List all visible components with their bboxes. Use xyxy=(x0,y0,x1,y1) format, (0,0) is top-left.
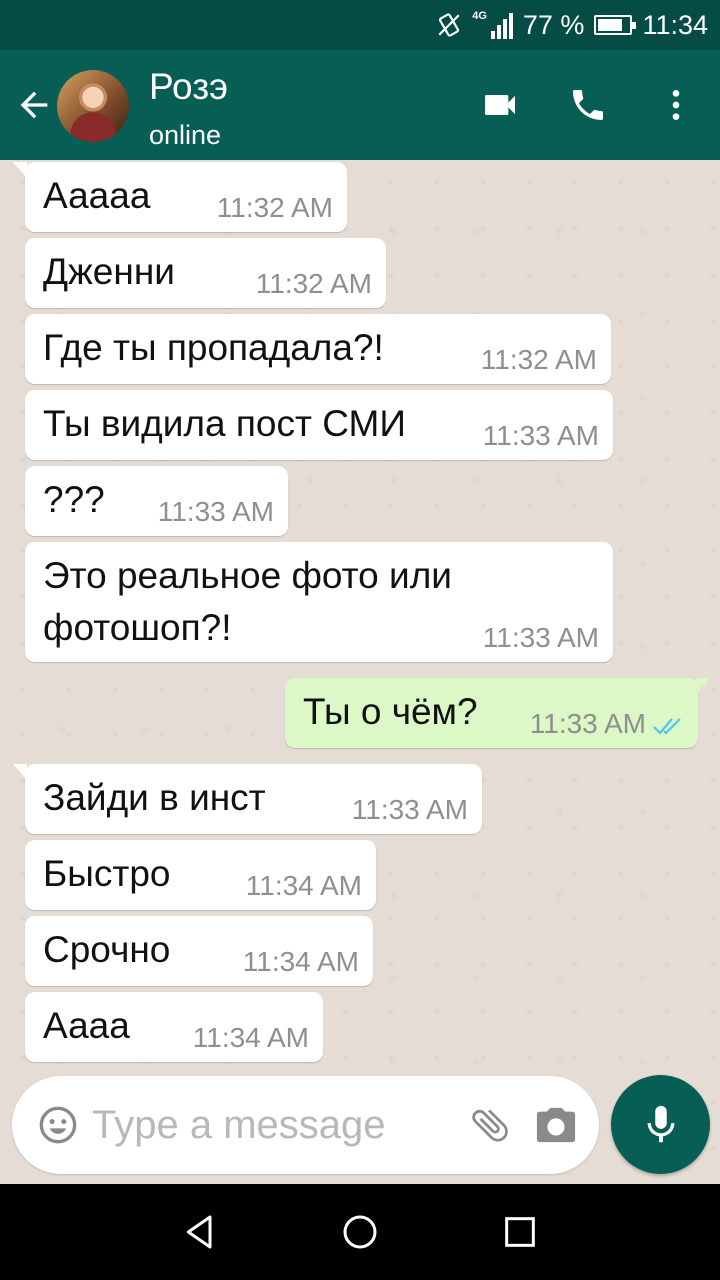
message-bubble[interactable]: Где ты пропадала?! 11:32 AM xyxy=(25,314,611,384)
status-time: 11:34 xyxy=(642,9,708,40)
message-bubble-outgoing[interactable]: Ты о чём? 11:33 AM xyxy=(285,678,710,748)
message-text: Ты видила пост СМИ xyxy=(43,403,406,444)
nav-recents-icon[interactable] xyxy=(500,1212,540,1252)
voice-record-button[interactable] xyxy=(611,1075,710,1174)
message-time: 11:33 AM xyxy=(351,794,468,825)
microphone-icon xyxy=(647,1105,674,1142)
message-bubble[interactable]: Зайди в инст 11:33 AM xyxy=(13,764,482,834)
message-text: Дженни xyxy=(43,251,175,292)
message-time: 11:32 AM xyxy=(255,268,372,299)
message-text: Зайди в инст xyxy=(43,777,266,818)
nav-home-icon[interactable] xyxy=(340,1212,380,1252)
message-bubble[interactable]: Это реальное фото или фотошоп?! 11:33 AM xyxy=(25,542,613,662)
battery-level xyxy=(598,19,622,31)
chat-area[interactable]: Ааааа 11:32 AM Дженни 11:32 AM Где ты пр… xyxy=(0,160,720,1184)
message-bubble[interactable]: Аааа 11:34 AM xyxy=(25,992,323,1062)
message-text: Где ты пропадала?! xyxy=(43,327,384,368)
message-time: 11:34 AM xyxy=(245,870,362,901)
battery-icon xyxy=(594,15,637,35)
message-bubble[interactable]: Ааааа 11:32 AM xyxy=(13,162,347,232)
message-time: 11:32 AM xyxy=(216,192,333,223)
video-call-icon[interactable] xyxy=(478,83,522,127)
contact-status: online xyxy=(149,120,222,150)
attachment-icon[interactable] xyxy=(468,1103,512,1147)
message-time: 11:32 AM xyxy=(480,344,597,375)
phone-call-icon[interactable] xyxy=(566,83,610,127)
message-text: Ааааа xyxy=(43,175,151,216)
message-bubble[interactable]: Ты видила пост СМИ 11:33 AM xyxy=(25,390,613,460)
message-text: Быстро xyxy=(43,853,171,894)
system-navigation-bar xyxy=(0,1184,720,1280)
message-bubble[interactable]: Срочно 11:34 AM xyxy=(25,916,373,986)
message-time: 11:33 AM xyxy=(482,420,599,451)
message-time: 11:33 AM xyxy=(157,496,274,527)
vibrate-icon xyxy=(438,13,460,37)
chat-header: Розэ online xyxy=(0,50,720,160)
message-text: Срочно xyxy=(43,929,171,970)
message-text: Аааа xyxy=(43,1005,130,1046)
battery-percent: 77 % xyxy=(522,9,585,40)
contact-name[interactable]: Розэ xyxy=(149,66,228,108)
message-time: 11:33 AM xyxy=(482,622,599,653)
emoji-icon[interactable] xyxy=(38,1105,78,1145)
network-label: 4G xyxy=(472,10,487,22)
camera-icon[interactable] xyxy=(532,1104,580,1146)
read-ticks-icon xyxy=(653,717,681,735)
message-composer xyxy=(12,1076,599,1174)
message-time: 11:34 AM xyxy=(242,946,359,977)
status-bar: 4G 77 % 11:34 xyxy=(0,0,720,50)
signal-icon: 4G xyxy=(472,11,513,39)
message-bubble[interactable]: Дженни 11:32 AM xyxy=(25,238,386,308)
message-bubble[interactable]: ??? 11:33 AM xyxy=(25,466,288,536)
message-time: 11:34 AM xyxy=(192,1022,309,1053)
message-text: ??? xyxy=(43,479,105,520)
nav-back-icon[interactable] xyxy=(180,1212,220,1252)
avatar[interactable] xyxy=(57,70,129,142)
message-input[interactable] xyxy=(92,1096,452,1154)
more-options-icon[interactable] xyxy=(654,83,698,127)
message-time: 11:33 AM xyxy=(529,708,646,739)
message-text: Ты о чём? xyxy=(303,691,478,732)
message-time-with-status: 11:33 AM xyxy=(530,708,684,740)
back-arrow-icon[interactable] xyxy=(14,85,54,125)
status-indicators: 4G 77 % 11:34 xyxy=(436,0,708,50)
message-bubble[interactable]: Быстро 11:34 AM xyxy=(25,840,376,910)
